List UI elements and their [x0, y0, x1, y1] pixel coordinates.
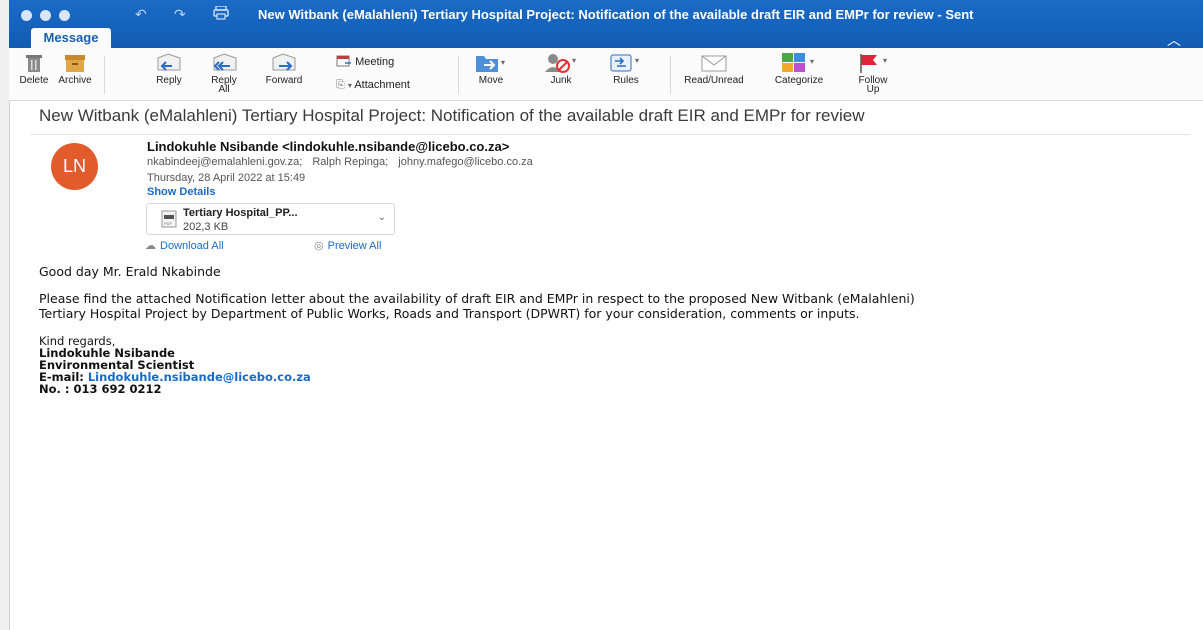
svg-text:▾: ▾: [810, 57, 814, 66]
preview-eye-icon: ◎: [314, 240, 324, 252]
show-details-link[interactable]: Show Details: [147, 186, 215, 198]
move-folder-icon: ▾: [476, 56, 505, 72]
attachment-button[interactable]: ⎘ ▾ Attachment: [336, 79, 410, 92]
ribbon-separator: [104, 56, 105, 94]
recipient[interactable]: Ralph Repinga;: [312, 156, 388, 168]
archive-button[interactable]: Archive: [53, 52, 97, 86]
reply-button[interactable]: Reply: [152, 52, 186, 86]
tab-message[interactable]: Message: [31, 28, 111, 48]
svg-text:▾: ▾: [883, 56, 887, 65]
email-paragraph: Please find the attached Notification le…: [39, 291, 915, 321]
sender-avatar: LN: [51, 143, 98, 190]
recipients-line: nkabindeej@emalahleni.gov.za; Ralph Repi…: [147, 156, 540, 168]
ribbon-separator: [670, 56, 671, 94]
forward-button[interactable]: Forward: [259, 52, 309, 86]
dropdown-arrow-icon: ▾: [347, 81, 352, 90]
paperclip-icon: ⎘: [336, 79, 345, 91]
attachment-name: Tertiary Hospital_PP...: [183, 207, 298, 219]
svg-text:PDF: PDF: [164, 221, 173, 226]
follow-up-button[interactable]: ▾ Follow Up: [849, 52, 897, 95]
header-divider: [30, 134, 1190, 135]
rules-button[interactable]: ▾ Rules: [606, 52, 646, 86]
trash-icon: [26, 55, 42, 72]
sender-name[interactable]: Lindokuhle Nsibande <lindokuhle.nsibande…: [147, 139, 509, 154]
forward-icon: [272, 53, 296, 71]
pdf-file-icon: PDF: [161, 210, 177, 228]
redo-icon[interactable]: ↷: [174, 6, 186, 22]
recipient[interactable]: nkabindeej@emalahleni.gov.za;: [147, 156, 302, 168]
download-cloud-icon: ☁: [145, 240, 156, 252]
preview-all-button[interactable]: ◎ Preview All: [314, 239, 381, 252]
categorize-button[interactable]: ▾ Categorize: [766, 52, 832, 86]
ribbon-separator: [458, 56, 459, 94]
archive-box-icon: [65, 55, 85, 72]
window-title: New Witbank (eMalahleni) Tertiary Hospit…: [258, 7, 974, 22]
svg-text:▾: ▾: [501, 58, 505, 67]
flag-icon: ▾: [860, 54, 887, 73]
recipient[interactable]: johny.mafego@licebo.co.za: [398, 156, 532, 168]
email-subject: New Witbank (eMalahleni) Tertiary Hospit…: [39, 106, 865, 125]
meeting-button[interactable]: Meeting: [336, 55, 394, 68]
close-window-button[interactable]: [21, 10, 32, 21]
rules-icon: ▾: [610, 54, 639, 72]
junk-button[interactable]: ▾ Junk: [539, 52, 583, 86]
email-greeting: Good day Mr. Erald Nkabinde: [39, 264, 221, 279]
download-all-button[interactable]: ☁ Download All: [145, 239, 224, 252]
sent-date: Thursday, 28 April 2022 at 15:49: [147, 172, 306, 184]
reply-icon: [157, 53, 181, 71]
print-icon[interactable]: [213, 5, 229, 23]
move-button[interactable]: ▾ Move: [471, 52, 511, 86]
read-unread-button[interactable]: Read/Unread: [680, 52, 748, 86]
junk-person-icon: ▾: [545, 54, 576, 73]
reply-all-button[interactable]: Reply All: [204, 52, 244, 95]
collapse-ribbon-icon[interactable]: ︿: [1167, 30, 1181, 50]
categorize-grid-icon: ▾: [782, 53, 814, 72]
title-bar: ↶ ↷ New Witbank (eMalahleni) Tertiary Ho…: [9, 0, 1203, 48]
meeting-calendar-icon: [336, 55, 351, 67]
zoom-window-button[interactable]: [59, 10, 70, 21]
chevron-down-icon[interactable]: ⌄: [378, 212, 386, 223]
reply-all-icon: [213, 53, 237, 71]
ribbon-toolbar: Delete Archive Reply Reply All Forward M…: [9, 48, 1203, 101]
svg-text:▾: ▾: [572, 56, 576, 65]
svg-text:▾: ▾: [635, 56, 639, 65]
undo-icon[interactable]: ↶: [135, 6, 147, 22]
delete-button[interactable]: Delete: [19, 52, 49, 86]
attachment-size: 202,3 KB: [183, 221, 229, 233]
email-signature: Kind regards, Lindokuhle Nsibande Enviro…: [39, 334, 311, 396]
minimize-window-button[interactable]: [40, 10, 51, 21]
envelope-icon: [701, 55, 727, 72]
attachment-card[interactable]: PDF Tertiary Hospital_PP... 202,3 KB ⌄: [146, 203, 395, 235]
